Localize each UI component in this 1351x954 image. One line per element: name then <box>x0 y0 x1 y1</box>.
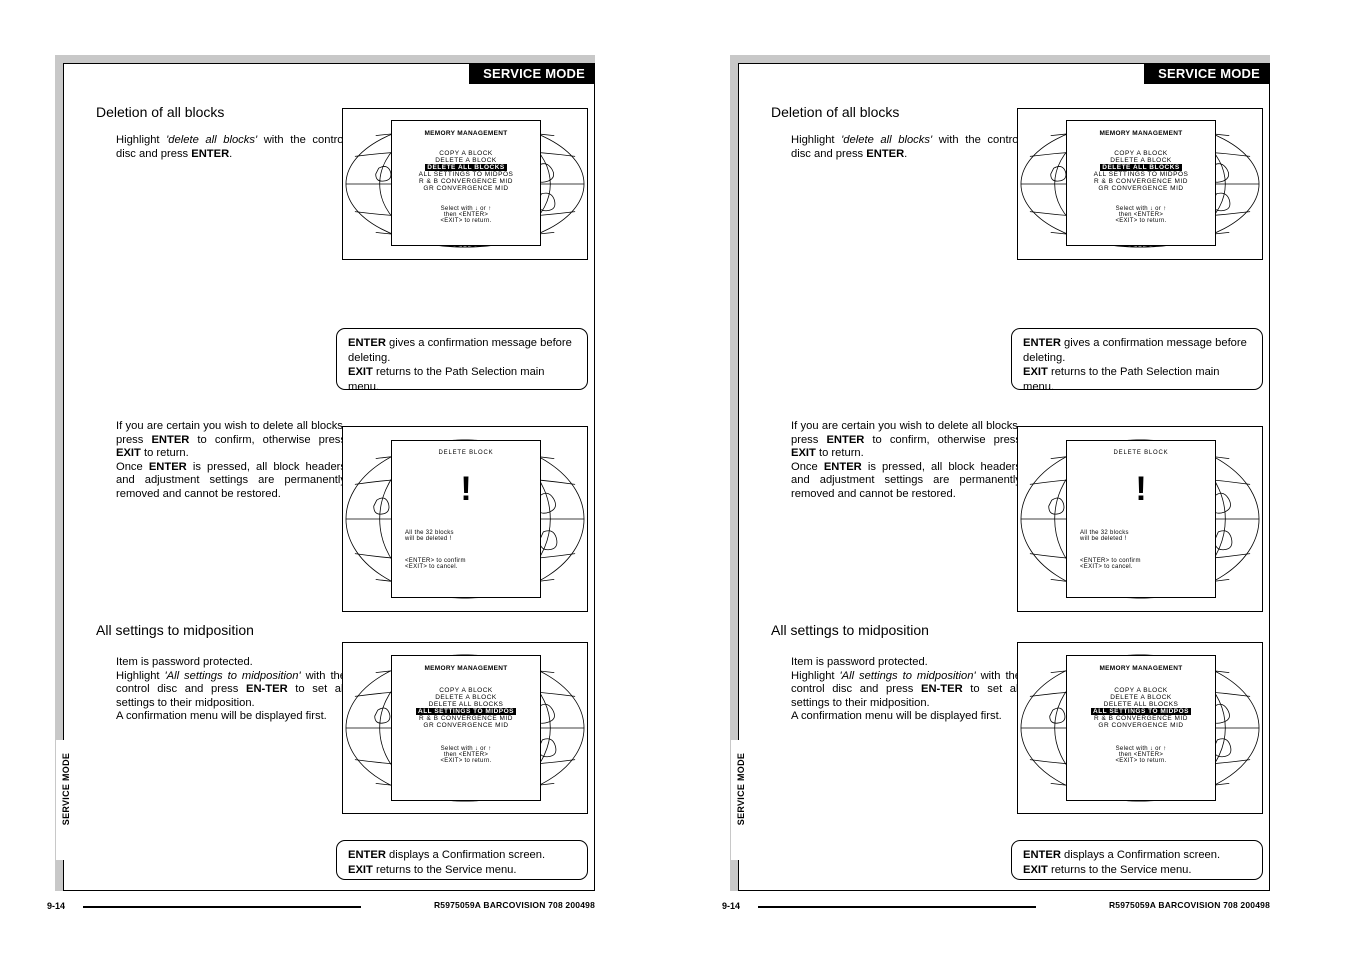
osd-message: All the 32 blocks will be deleted ! <box>1067 530 1215 542</box>
heading-deletion-of-all-blocks: Deletion of all blocks <box>771 104 900 120</box>
note-enter-exit-delete: ENTER gives a confirmation message befor… <box>1011 328 1263 393</box>
heading-all-settings-to-midposition: All settings to midposition <box>96 622 254 638</box>
osd-menu-item-highlighted[interactable]: DELETE ALL BLOCKS <box>1067 164 1215 171</box>
paragraph-deletion-body: If you are certain you wish to delete al… <box>791 420 1021 500</box>
note-enter-exit-midposition: ENTER displays a Confirmation screen. EXI… <box>336 840 588 880</box>
osd-menu-list: COPY A BLOCK DELETE A BLOCK DELETE ALL B… <box>1067 150 1215 192</box>
osd-footer-line: <EXIT> to return. <box>1115 758 1167 764</box>
footer-reference: R5975059A BARCOVISION 708 200498 <box>433 900 595 910</box>
osd-footer-line: <EXIT> to cancel. <box>405 564 458 570</box>
osd-panel-memory-management: MEMORY MANAGEMENT COPY A BLOCK DELETE A … <box>391 120 541 246</box>
osd-footer-line: <EXIT> to return. <box>440 218 492 224</box>
manual-page: SERVICE MODE SERVICE MODE Deletion of al… <box>47 55 596 911</box>
page-frame: SERVICE MODE SERVICE MODE Deletion of al… <box>56 63 596 892</box>
osd-menu-list: COPY A BLOCK DELETE A BLOCK DELETE ALL B… <box>1067 687 1215 729</box>
osd-menu-item[interactable]: GR CONVERGENCE MID <box>392 185 540 192</box>
osd-screenshot-memory-management-midpos: MEMORY MANAGEMENT COPY A BLOCK DELETE A … <box>1017 642 1263 814</box>
osd-menu-item[interactable]: R & B CONVERGENCE MID <box>1067 178 1215 185</box>
osd-menu-item[interactable]: COPY A BLOCK <box>1067 687 1215 694</box>
osd-title: MEMORY MANAGEMENT <box>424 665 508 672</box>
osd-menu-item-label: DELETE ALL BLOCKS <box>425 164 507 171</box>
osd-menu-item-highlighted[interactable]: ALL SETTINGS TO MIDPOS <box>392 708 540 715</box>
osd-menu-item[interactable]: GR CONVERGENCE MID <box>1067 185 1215 192</box>
note-enter-exit-delete: ENTER gives a confirmation message befor… <box>336 328 588 393</box>
osd-menu-item[interactable]: DELETE A BLOCK <box>392 157 540 164</box>
osd-panel-memory-management: MEMORY MANAGEMENT COPY A BLOCK DELETE A … <box>391 655 541 801</box>
osd-menu-item-highlighted[interactable]: DELETE ALL BLOCKS <box>392 164 540 171</box>
osd-menu-item[interactable]: R & B CONVERGENCE MID <box>392 715 540 722</box>
osd-menu-item[interactable]: GR CONVERGENCE MID <box>1067 722 1215 729</box>
osd-menu-item[interactable]: R & B CONVERGENCE MID <box>1067 715 1215 722</box>
warning-exclamation-icon: ! <box>460 470 472 508</box>
osd-menu-item[interactable]: R & B CONVERGENCE MID <box>392 178 540 185</box>
osd-footer: <ENTER> to confirm <EXIT> to cancel. <box>1067 558 1215 570</box>
osd-panel-memory-management: MEMORY MANAGEMENT COPY A BLOCK DELETE A … <box>1066 120 1216 246</box>
osd-screenshot-memory-management-delete: MEMORY MANAGEMENT COPY A BLOCK DELETE A … <box>1017 108 1263 260</box>
osd-screenshot-memory-management-delete: MEMORY MANAGEMENT COPY A BLOCK DELETE A … <box>342 108 588 260</box>
osd-message-line: will be deleted ! <box>405 536 452 542</box>
osd-menu-item[interactable]: COPY A BLOCK <box>392 150 540 157</box>
osd-panel-delete-block: DELETE BLOCK ! All the 32 blocks will be… <box>1066 440 1216 598</box>
page-shadow-top <box>55 55 595 63</box>
osd-menu-list: COPY A BLOCK DELETE A BLOCK DELETE ALL B… <box>392 687 540 729</box>
heading-deletion-of-all-blocks: Deletion of all blocks <box>96 104 225 120</box>
osd-menu-item[interactable]: ALL SETTINGS TO MIDPOS <box>1067 171 1215 178</box>
warning-exclamation-icon: ! <box>1135 470 1147 508</box>
osd-message: All the 32 blocks will be deleted ! <box>392 530 540 542</box>
osd-title: DELETE BLOCK <box>1113 450 1169 456</box>
osd-menu-item[interactable]: GR CONVERGENCE MID <box>392 722 540 729</box>
osd-menu-item-label: ALL SETTINGS TO MIDPOS <box>416 708 516 715</box>
osd-panel-memory-management: MEMORY MANAGEMENT COPY A BLOCK DELETE A … <box>1066 655 1216 801</box>
footer-rule <box>83 906 361 908</box>
osd-title: MEMORY MANAGEMENT <box>1099 665 1183 672</box>
page-frame: SERVICE MODE SERVICE MODE Deletion of al… <box>731 63 1271 892</box>
heading-all-settings-to-midposition: All settings to midposition <box>771 622 929 638</box>
osd-menu-item[interactable]: DELETE A BLOCK <box>1067 694 1215 701</box>
osd-menu-item[interactable]: COPY A BLOCK <box>1067 150 1215 157</box>
osd-menu-item[interactable]: COPY A BLOCK <box>392 687 540 694</box>
osd-title: DELETE BLOCK <box>438 450 494 456</box>
page-shadow-top <box>730 55 1270 63</box>
osd-footer: Select with ↓ or ↑ then <ENTER> <EXIT> t… <box>392 746 540 764</box>
osd-footer-line: <EXIT> to return. <box>440 758 492 764</box>
footer-page-number: 9-14 <box>722 901 741 911</box>
note-enter-exit-midposition: ENTER displays a Confirmation screen. EXI… <box>1011 840 1263 880</box>
page-content: Deletion of all blocks Highlight 'delete… <box>739 64 1271 892</box>
osd-footer-line: <EXIT> to return. <box>1115 218 1167 224</box>
osd-screenshot-delete-block: DELETE BLOCK ! All the 32 blocks will be… <box>342 426 588 612</box>
osd-menu-list: COPY A BLOCK DELETE A BLOCK DELETE ALL B… <box>392 150 540 192</box>
osd-message-line: will be deleted ! <box>1080 536 1127 542</box>
paragraph-midposition-body: Item is password protected. Highlight 'Al… <box>116 656 346 723</box>
osd-title: MEMORY MANAGEMENT <box>424 130 508 137</box>
osd-menu-item[interactable]: DELETE ALL BLOCKS <box>1067 701 1215 708</box>
osd-footer: Select with ↓ or ↑ then <ENTER> <EXIT> t… <box>392 206 540 224</box>
osd-menu-item-label: DELETE ALL BLOCKS <box>1100 164 1182 171</box>
osd-footer-line: <EXIT> to cancel. <box>1080 564 1133 570</box>
osd-menu-item[interactable]: DELETE A BLOCK <box>1067 157 1215 164</box>
paragraph-deletion-body: If you are certain you wish to delete al… <box>116 420 346 500</box>
osd-screenshot-delete-block: DELETE BLOCK ! All the 32 blocks will be… <box>1017 426 1263 612</box>
osd-panel-delete-block: DELETE BLOCK ! All the 32 blocks will be… <box>391 440 541 598</box>
osd-menu-item-label: ALL SETTINGS TO MIDPOS <box>1091 708 1191 715</box>
paragraph-deletion-intro: Highlight 'delete all blocks' with the c… <box>116 134 347 160</box>
osd-title: MEMORY MANAGEMENT <box>1099 130 1183 137</box>
osd-footer: <ENTER> to confirm <EXIT> to cancel. <box>392 558 540 570</box>
footer-rule <box>758 906 1036 908</box>
osd-menu-item[interactable]: DELETE ALL BLOCKS <box>392 701 540 708</box>
osd-screenshot-memory-management-midpos: MEMORY MANAGEMENT COPY A BLOCK DELETE A … <box>342 642 588 814</box>
footer-page-number: 9-14 <box>47 901 66 911</box>
osd-footer: Select with ↓ or ↑ then <ENTER> <EXIT> t… <box>1067 206 1215 224</box>
osd-menu-item[interactable]: DELETE A BLOCK <box>392 694 540 701</box>
manual-page: SERVICE MODE SERVICE MODE Deletion of al… <box>722 55 1271 911</box>
footer-reference: R5975059A BARCOVISION 708 200498 <box>1108 900 1270 910</box>
osd-menu-item[interactable]: ALL SETTINGS TO MIDPOS <box>392 171 540 178</box>
page-content: Deletion of all blocks Highlight 'delete… <box>64 64 596 892</box>
paragraph-deletion-intro: Highlight 'delete all blocks' with the c… <box>791 134 1022 160</box>
paragraph-midposition-body: Item is password protected. Highlight 'Al… <box>791 656 1021 723</box>
osd-menu-item-highlighted[interactable]: ALL SETTINGS TO MIDPOS <box>1067 708 1215 715</box>
osd-footer: Select with ↓ or ↑ then <ENTER> <EXIT> t… <box>1067 746 1215 764</box>
